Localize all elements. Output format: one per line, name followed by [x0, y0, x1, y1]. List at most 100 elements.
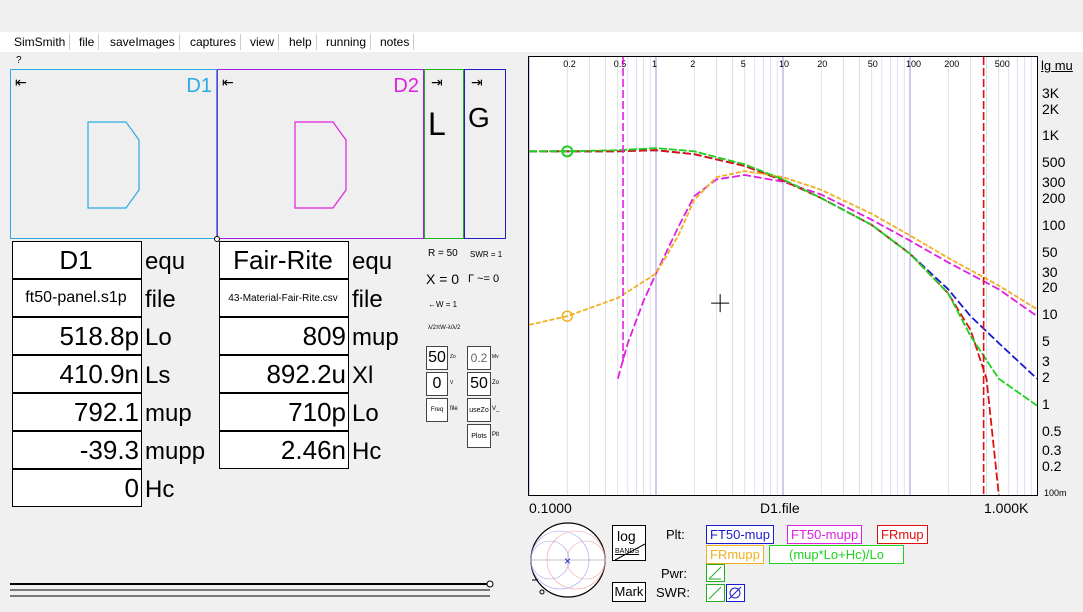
gen-freq-box[interactable]: Freq [426, 398, 448, 422]
gen-zo-box[interactable]: 50 [426, 346, 448, 370]
gen-usezo-label: V_ [492, 406, 500, 412]
plot-top-tick-label: 1 [652, 59, 657, 69]
swr-blue-toggle-icon[interactable] [726, 584, 746, 602]
help-mark[interactable]: ? [16, 55, 22, 66]
d-component-icon [294, 121, 347, 209]
block-d2-label: D2 [393, 75, 419, 97]
arrow-left-icon[interactable]: ⇤ [222, 74, 234, 91]
d1-label-mup: mup [145, 400, 192, 427]
menu-simsmith[interactable]: SimSmith [10, 34, 71, 50]
plt-label: Plt: [666, 527, 685, 542]
d2-label-lo: Lo [352, 400, 379, 427]
smith-chart-thumbnail[interactable]: × [528, 520, 610, 600]
legend-frmupp[interactable]: FRmupp [706, 545, 764, 564]
d2-title-suffix: equ [352, 248, 393, 275]
plot-right-axis-bottom: 100m [1044, 488, 1067, 498]
plot-right-tick-label: 3 [1042, 352, 1050, 369]
d1-label-hc: Hc [145, 476, 175, 503]
d1-file-suffix: file [145, 286, 176, 313]
gen-v-box[interactable]: 0 [426, 372, 448, 396]
plot-right-tick-label: 0.2 [1042, 458, 1062, 475]
menubar: SimSmith file saveImages captures view h… [0, 32, 1083, 52]
plot-top-tick-label: 0.2 [563, 59, 576, 69]
d1-value-hc[interactable]: 0 [12, 469, 142, 507]
d2-value-xl[interactable]: 892.2u [219, 355, 349, 393]
d1-value-ls[interactable]: 410.9n [12, 355, 142, 393]
plot-x-label: D1.file [760, 500, 800, 516]
d1-title[interactable]: D1 [12, 241, 142, 279]
block-d1[interactable]: ⇤ D1 [10, 69, 217, 239]
block-generator[interactable]: ⇥ G [464, 69, 506, 239]
d2-value-hc[interactable]: 2.46n [219, 431, 349, 469]
plot-right-axis-title: lg mu [1041, 58, 1073, 73]
gen-swr: SWR = 1 [470, 250, 503, 259]
plot-top-tick-label: 500 [995, 59, 1010, 69]
gen-w: ←W = 1 [428, 300, 458, 309]
menu-saveimages[interactable]: saveImages [106, 34, 180, 50]
mark-button[interactable]: Mark [612, 582, 646, 602]
gen-zo2-box[interactable]: 50 [467, 372, 491, 396]
d1-value-lo[interactable]: 518.8p [12, 317, 142, 355]
menu-view[interactable]: view [246, 34, 280, 50]
gen-v-label: V [450, 380, 454, 386]
legend-frmup[interactable]: FRmup [877, 525, 928, 544]
plot-right-tick-label: 5 [1042, 333, 1050, 350]
pwr-toggle-icon[interactable] [706, 564, 726, 582]
arrow-right-icon[interactable]: ⇥ [471, 74, 483, 91]
legend-ft50-mup[interactable]: FT50-mup [706, 525, 774, 544]
plot-right-tick-label: 50 [1042, 243, 1058, 260]
legend-ft50-mupp[interactable]: FT50-mupp [787, 525, 863, 544]
gen-usezo-box[interactable]: useZo [467, 398, 491, 422]
plot-right-tick-label: 300 [1042, 174, 1066, 191]
gen-mv-label: Mv [492, 354, 499, 360]
menu-file[interactable]: file [75, 34, 100, 50]
plot-right-tick-label: 1K [1042, 127, 1060, 144]
d1-file[interactable]: ft50-panel.s1p [12, 279, 142, 317]
plot-right-tick-label: 0.5 [1042, 422, 1062, 439]
menu-notes[interactable]: notes [376, 34, 415, 50]
block-d1-label: D1 [186, 75, 212, 97]
d2-label-mup: mup [352, 324, 399, 351]
menu-help[interactable]: help [285, 34, 317, 50]
d2-value-mup[interactable]: 809 [219, 317, 349, 355]
d1-value-mupp[interactable]: -39.3 [12, 431, 142, 469]
block-generator-label: G [468, 102, 490, 133]
gen-x: X = 0 [426, 271, 460, 287]
d2-label-hc: Hc [352, 438, 382, 465]
d1-title-suffix: equ [145, 248, 186, 275]
block-d2[interactable]: ⇤ D2 [217, 69, 424, 239]
plot-right-tick-label: 20 [1042, 279, 1058, 296]
block-load-label: L [428, 106, 446, 142]
gen-freq-label: file [450, 406, 458, 412]
plot-right-tick-label: 2K [1042, 100, 1060, 117]
menu-captures[interactable]: captures [186, 34, 242, 50]
arrow-left-icon[interactable]: ⇤ [15, 74, 27, 91]
d2-file-suffix: file [352, 286, 383, 313]
arrow-right-icon[interactable]: ⇥ [431, 74, 443, 91]
d2-file[interactable]: 43-Material-Fair-Rite.csv [219, 279, 349, 317]
plot-area[interactable]: 0.2 0.5 1 2 5 10 20 50 100 200 500 [528, 57, 1038, 496]
d2-label-xl: Xl [352, 362, 374, 389]
plot-right-tick-label: 500 [1042, 154, 1066, 171]
plot-top-tick-label: 2 [690, 59, 695, 69]
d1-label-mupp: mupp [145, 438, 206, 465]
plot-top-tick-label: 5 [741, 59, 746, 69]
gen-plots-box[interactable]: Plots [467, 424, 491, 448]
plot-top-tick-label: 10 [779, 59, 789, 69]
d2-title[interactable]: Fair-Rite [219, 241, 349, 279]
plot-x-min: 0.1000 [529, 500, 572, 516]
legend-mup-lo-hc[interactable]: (mup*Lo+Hc)/Lo [769, 545, 904, 564]
svg-text:×: × [564, 554, 571, 568]
gen-mv-box[interactable]: 0.2 [467, 346, 491, 370]
menu-running[interactable]: running [322, 34, 372, 50]
plot-frame[interactable]: 0.2 0.5 1 2 5 10 20 50 100 200 500 [528, 56, 1038, 496]
plot-top-tick-label: 200 [944, 59, 959, 69]
gen-gamma: Γ ~= 0 [468, 273, 500, 285]
gen-r: R = 50 [428, 248, 458, 259]
d1-value-mup[interactable]: 792.1 [12, 393, 142, 431]
log-bands-toggle[interactable]: log BANDS [612, 525, 646, 561]
circuit-scroll-ruler[interactable] [8, 578, 498, 602]
d2-value-lo[interactable]: 710p [219, 393, 349, 431]
block-load[interactable]: ⇥ L [424, 69, 464, 239]
swr-green-toggle-icon[interactable] [706, 584, 726, 602]
